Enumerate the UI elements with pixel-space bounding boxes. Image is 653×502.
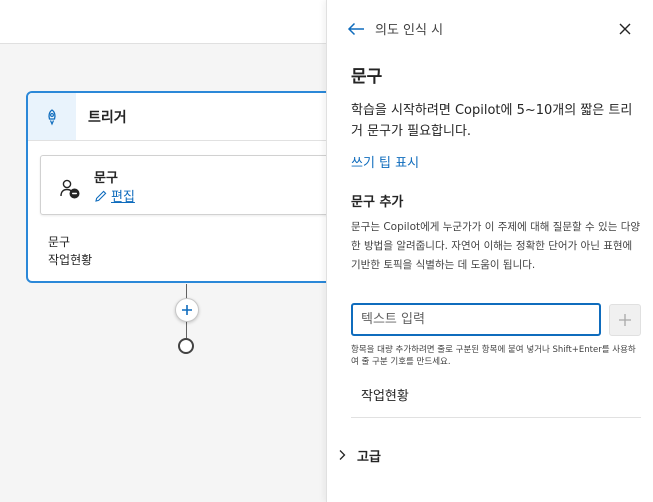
- close-button[interactable]: [617, 21, 633, 37]
- trigger-card-title: 트리거: [88, 110, 127, 126]
- rocket-icon: [48, 108, 56, 126]
- phrases-side-panel: 의도 인식 시 문구 학습을 시작하려면 Copilot에 5~10개의 짧은 …: [326, 0, 653, 502]
- phrases-summary-title: 문구: [94, 171, 118, 186]
- phrase-item-text: 작업현황: [361, 389, 409, 404]
- writing-tips-link[interactable]: 쓰기 팁 표시: [351, 152, 419, 171]
- phrase-text-input[interactable]: [351, 303, 601, 336]
- add-phrases-title: 문구 추가: [351, 195, 404, 210]
- chevron-right-icon: [339, 450, 346, 460]
- person-chat-icon: [60, 179, 80, 199]
- panel-breadcrumb: 의도 인식 시: [375, 23, 444, 38]
- advanced-section-toggle[interactable]: 고급: [337, 444, 381, 466]
- phrase-list-item[interactable]: 작업현황: [351, 374, 641, 418]
- phrases-summary-box[interactable]: 문구 편집: [40, 155, 326, 215]
- trigger-field-value: 작업현황: [48, 253, 93, 267]
- trigger-card-header: 트리거: [28, 93, 326, 141]
- bulk-add-hint: 항목을 대량 추가하려면 줄로 구분된 항목에 붙여 넣거나 Shift+Ent…: [351, 345, 636, 367]
- flow-end-node: [178, 338, 194, 354]
- back-arrow-icon: [347, 22, 364, 36]
- trigger-node-card[interactable]: 트리거 문구 편집 문구 작업현황: [26, 91, 326, 283]
- panel-description: 학습을 시작하려면 Copilot에 5~10개의 짧은 트리거 문구가 필요합…: [351, 103, 633, 139]
- close-icon: [619, 23, 631, 35]
- panel-title: 문구: [351, 67, 383, 87]
- add-phrase-button[interactable]: [609, 304, 641, 336]
- plus-icon: [619, 314, 631, 326]
- trigger-icon-box: [28, 93, 76, 140]
- add-node-button[interactable]: [175, 298, 199, 322]
- advanced-section-label: 고급: [357, 449, 381, 465]
- plus-icon: [182, 305, 192, 315]
- add-phrases-description: 문구는 Copilot에게 누군가가 이 주제에 대해 질문할 수 있는 다양한…: [351, 221, 641, 271]
- back-button[interactable]: [347, 20, 365, 38]
- edit-link-label: 편집: [111, 190, 135, 205]
- canvas-toolbar: [0, 0, 326, 44]
- trigger-field-label: 문구: [48, 235, 71, 249]
- authoring-canvas: 트리거 문구 편집 문구 작업현황: [0, 0, 326, 502]
- pencil-icon: [95, 190, 107, 202]
- edit-phrases-link[interactable]: 편집: [94, 186, 135, 205]
